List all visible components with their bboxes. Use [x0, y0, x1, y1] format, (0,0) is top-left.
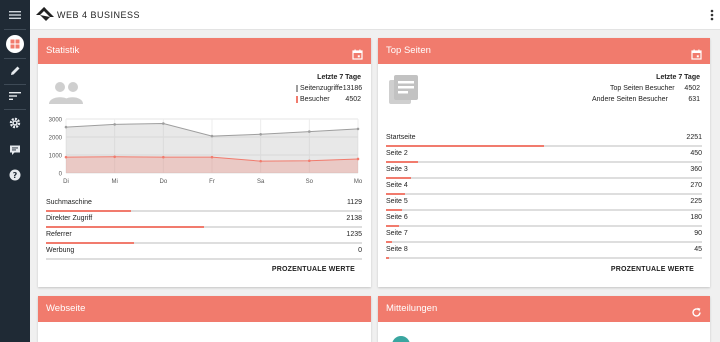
data-point	[162, 122, 165, 125]
webseite-title: Webseite	[46, 303, 86, 314]
legend-item-seitenzugriffe: Seitenzugriffe 13186	[296, 85, 362, 92]
x-tick-label: Mo	[354, 179, 363, 185]
visitors-icon	[48, 80, 84, 109]
page-row[interactable]: Seite 2 450	[386, 150, 702, 166]
percent-values-button[interactable]: PROZENTUALE WERTE	[272, 266, 355, 273]
statistik-title: Statistik	[46, 45, 80, 56]
calendar-icon[interactable]	[691, 45, 702, 71]
page-row[interactable]: Seite 7 90	[386, 230, 702, 246]
progress-fill	[46, 226, 204, 228]
source-row: Direkter Zugriff 2138	[46, 215, 362, 231]
mitteilungen-card: Mitteilungen	[378, 296, 710, 342]
data-point	[162, 155, 165, 159]
statistik-header: Statistik	[38, 38, 371, 64]
chat-icon[interactable]	[0, 140, 30, 160]
data-point	[308, 159, 311, 163]
progress-fill	[46, 242, 135, 244]
data-point	[113, 123, 116, 126]
top-seiten-legend-title: Letzte 7 Tage	[656, 74, 700, 81]
data-point	[210, 155, 214, 159]
logo[interactable]: WEB 4 BUSINESS	[35, 6, 140, 23]
statistik-legend-title: Letzte 7 Tage	[317, 74, 361, 81]
y-tick-label: 0	[59, 171, 63, 177]
logo-mark-icon	[36, 7, 54, 21]
data-point	[308, 130, 311, 133]
x-tick-label: Fr	[209, 179, 215, 185]
gear-icon[interactable]	[0, 113, 30, 133]
top-seiten-card: Top Seiten Letzte 7 Tage Top Seiten Besu…	[378, 38, 710, 287]
data-point	[64, 125, 68, 129]
webseite-card: Webseite	[38, 296, 371, 342]
summary-other-visitors: Andere Seiten Besucher 631	[592, 96, 700, 103]
data-point	[113, 155, 116, 159]
y-tick-label: 2000	[49, 135, 63, 141]
page-row[interactable]: Seite 6 180	[386, 214, 702, 230]
mitteilungen-title: Mitteilungen	[386, 303, 438, 314]
progress-fill	[386, 177, 412, 179]
pages-icon	[388, 74, 420, 111]
progress-fill	[46, 210, 132, 212]
y-tick-label: 3000	[49, 117, 63, 123]
y-tick-label: 1000	[49, 153, 63, 159]
statistik-card: Statistik Letzte 7 Tage Seitenzugriffe 1…	[38, 38, 371, 287]
statistik-chart: 3000 2000 1000 0Di Mi Do Fr Sa So Mo	[49, 117, 363, 185]
sidebar-rail: ?	[0, 0, 30, 342]
logo-text: WEB 4 BUSINESS	[57, 9, 141, 20]
x-tick-label: Sa	[257, 179, 265, 185]
svg-text:?: ?	[13, 171, 18, 180]
data-point	[356, 127, 360, 131]
top-seiten-title: Top Seiten	[386, 45, 431, 56]
progress-fill	[386, 241, 393, 243]
webseite-header: Webseite	[38, 296, 371, 322]
data-point	[259, 133, 262, 136]
progress-fill	[386, 209, 402, 211]
dashboard-icon[interactable]	[0, 34, 30, 54]
data-point	[356, 157, 360, 161]
pencil-icon[interactable]	[0, 61, 30, 81]
percent-values-button[interactable]: PROZENTUALE WERTE	[611, 266, 694, 273]
source-row: Werbung 0	[46, 247, 362, 263]
data-point	[64, 155, 68, 159]
notification-avatar	[392, 336, 410, 342]
progress-fill	[386, 145, 544, 147]
page-row[interactable]: Seite 5 225	[386, 198, 702, 214]
top-bar: WEB 4 BUSINESS	[30, 0, 720, 30]
source-row: Referrer 1235	[46, 231, 362, 247]
top-seiten-header: Top Seiten	[378, 38, 710, 64]
help-icon[interactable]: ?	[0, 165, 30, 185]
x-tick-label: Do	[159, 179, 167, 185]
sort-icon[interactable]	[0, 86, 30, 106]
mitteilungen-header: Mitteilungen	[378, 296, 710, 322]
calendar-icon[interactable]	[352, 45, 363, 71]
data-point	[210, 134, 214, 138]
page-row[interactable]: Seite 3 360	[386, 166, 702, 182]
summary-top-visitors: Top Seiten Besucher 4502	[610, 85, 700, 92]
refresh-icon[interactable]	[691, 303, 702, 329]
x-tick-label: So	[306, 179, 314, 185]
progress-fill	[386, 225, 399, 227]
progress-fill	[386, 257, 390, 259]
source-row: Suchmaschine 1129	[46, 199, 362, 215]
x-tick-label: Mi	[111, 179, 117, 185]
page-row[interactable]: Seite 8 45	[386, 246, 702, 262]
page-row[interactable]: Seite 4 270	[386, 182, 702, 198]
progress-fill	[386, 161, 418, 163]
progress-fill	[386, 193, 405, 195]
page-row[interactable]: Startseite 2251	[386, 134, 702, 150]
more-options-icon[interactable]	[710, 8, 714, 26]
menu-icon[interactable]	[0, 5, 30, 25]
legend-item-besucher: Besucher 4502	[296, 96, 361, 103]
data-point	[259, 159, 262, 163]
x-tick-label: Di	[63, 179, 69, 185]
